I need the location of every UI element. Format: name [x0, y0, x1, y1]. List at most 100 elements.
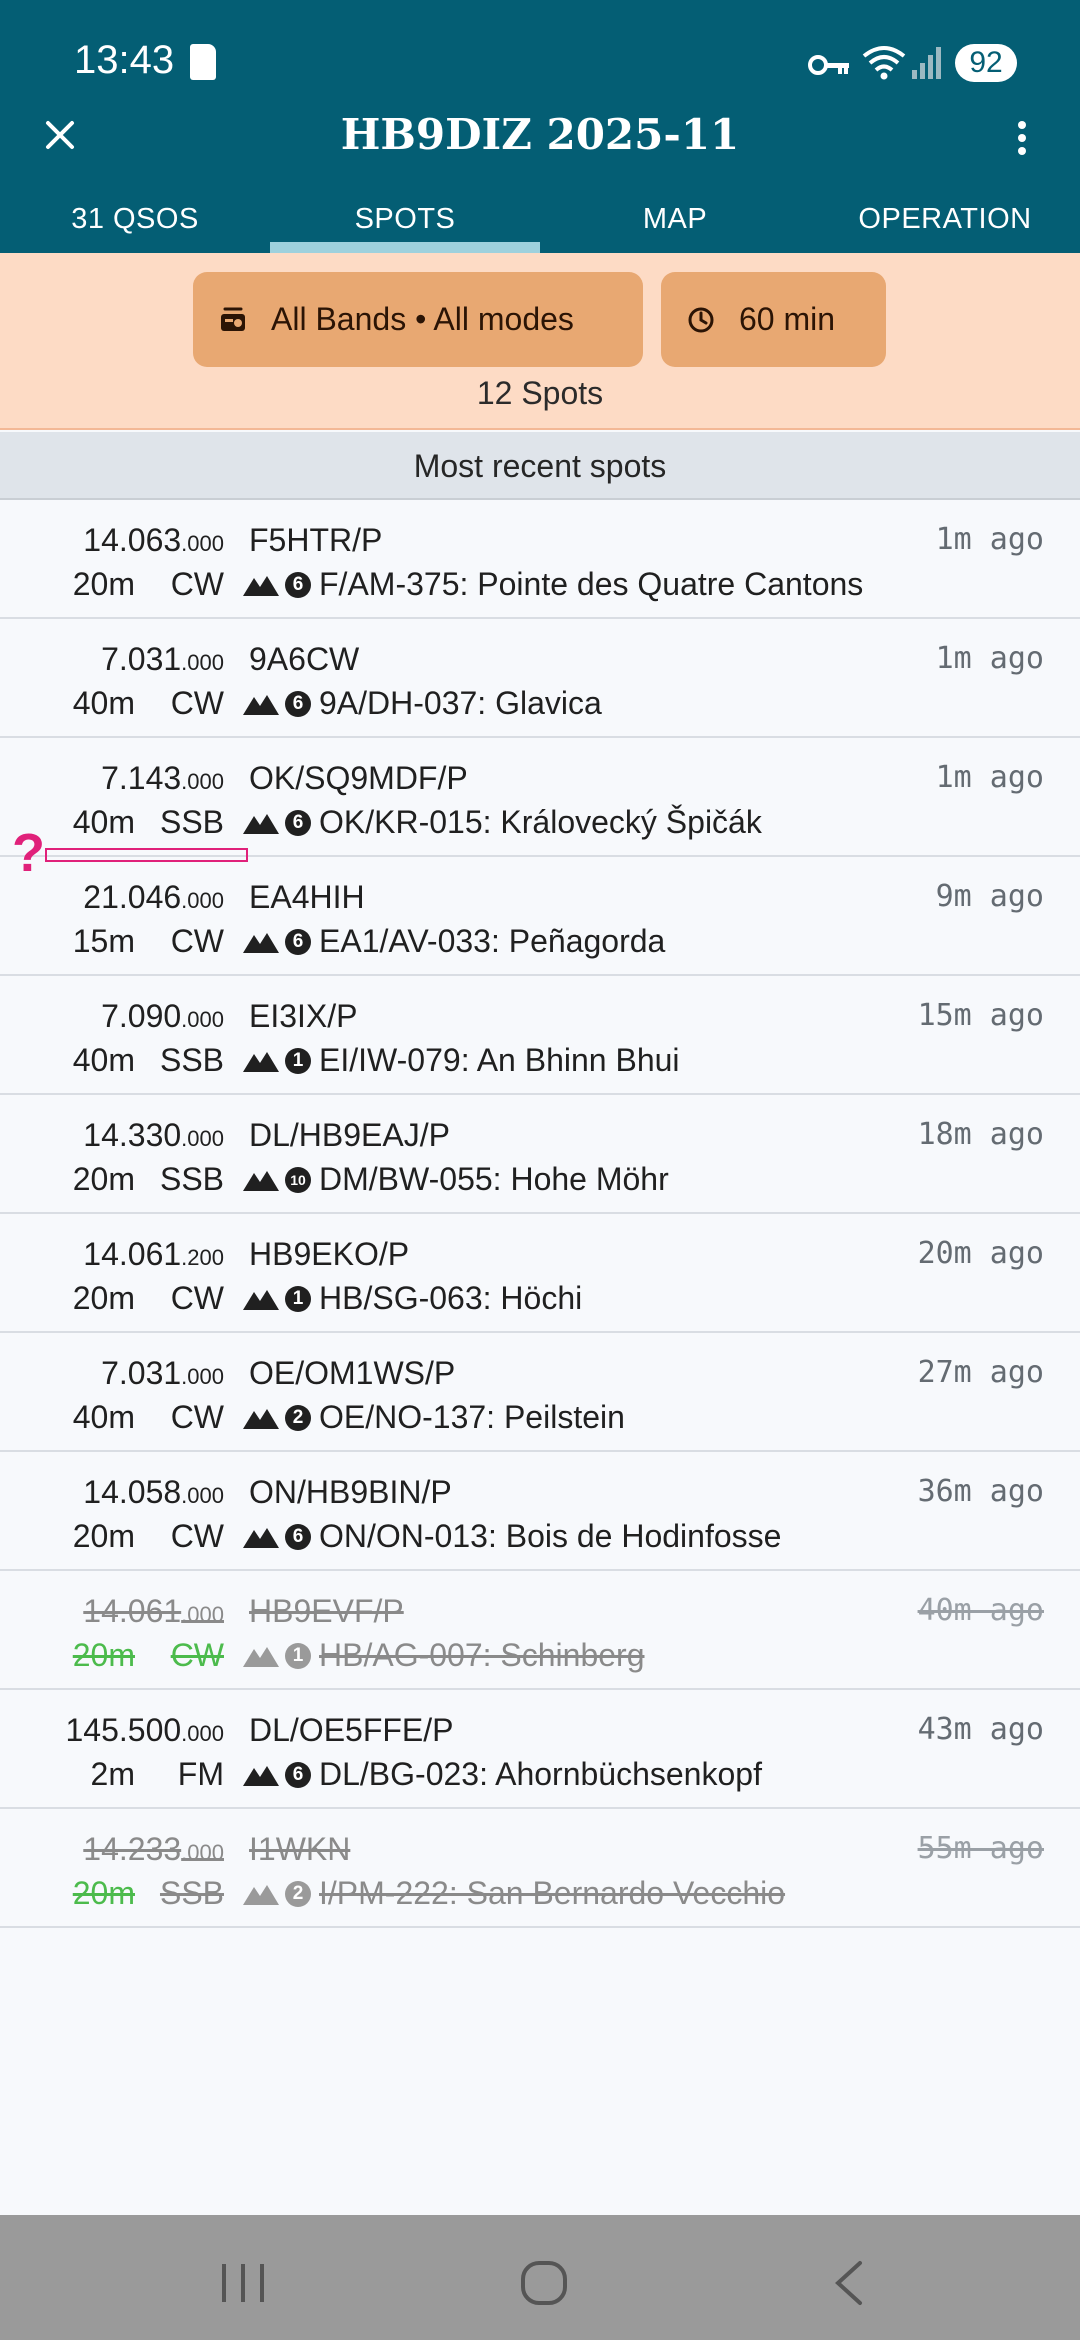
tab-qsos[interactable]: 31 QSOS: [0, 190, 270, 253]
spot-row[interactable]: 14.061.200 20m CW HB9EKO/P 1 HB/SG-063: Höchi…: [0, 1214, 1080, 1333]
spot-band: 20m: [72, 1161, 135, 1197]
spots-list: 14.063.000 20m CW F5HTR/P 6 F/AM-375: Pointe …: [0, 500, 1080, 1928]
mountain-icon: [243, 694, 279, 715]
spot-frequency: 7.090.000: [101, 998, 224, 1035]
status-time: 13:43: [74, 38, 175, 82]
clock-icon: [687, 306, 715, 334]
spot-age: 1m ago: [935, 760, 1044, 795]
spot-callsign: EA4HIH: [249, 879, 365, 915]
filter-bar: All Bands • All modes 60 min 12 Spots: [0, 253, 1080, 430]
spot-mode: CW: [170, 1280, 224, 1316]
spot-callsign: DL/HB9EAJ/P: [249, 1117, 450, 1153]
recent-apps-icon[interactable]: [218, 2262, 268, 2304]
frequency-khz: .000: [181, 1721, 224, 1746]
spot-callsign: HB9EKO/P: [249, 1236, 410, 1272]
spot-row[interactable]: 7.143.000 40m SSB OK/SQ9MDF/P 6 OK/KR-015: Kr…: [0, 738, 1080, 857]
spot-frequency: 145.500.000: [66, 1712, 225, 1749]
mountain-icon: [243, 813, 279, 834]
spot-row[interactable]: 7.031.000 40m CW OE/OM1WS/P 2 OE/NO-137: Peil…: [0, 1333, 1080, 1452]
spot-age: 55m ago: [917, 1831, 1044, 1866]
frequency-khz: .000: [181, 1007, 224, 1032]
spot-age: 1m ago: [935, 641, 1044, 676]
app-bar: 13:43 92 HB9DIZ 2025-11 31 QSOS SPOTS MA…: [0, 0, 1080, 253]
spot-mode: SSB: [159, 804, 224, 840]
summit-name: OK/KR-015: Královecký Špičák: [319, 804, 762, 840]
tab-spots[interactable]: SPOTS: [270, 190, 540, 253]
frequency-mhz: 7.031: [101, 1355, 182, 1391]
summit-points-badge: 6: [285, 571, 311, 598]
radio-icon: [219, 307, 247, 333]
spot-mode: CW: [170, 685, 224, 721]
spot-mode: FM: [177, 1756, 224, 1792]
mountain-icon: [243, 575, 279, 596]
spot-row[interactable]: 7.031.000 40m CW 9A6CW 6 9A/DH-037: Glavica 1m…: [0, 619, 1080, 738]
signal-icon: [912, 47, 941, 79]
spot-age: 15m ago: [917, 998, 1044, 1033]
spot-row[interactable]: 14.330.000 20m SSB DL/HB9EAJ/P 10 DM/BW-055: …: [0, 1095, 1080, 1214]
time-window-filter-button[interactable]: 60 min: [661, 272, 886, 367]
mountain-icon: [243, 1408, 279, 1429]
spot-summit-reference: 2 I/PM-222: San Bernardo Vecchio: [243, 1875, 785, 1912]
spot-row[interactable]: 21.046.000 15m CW EA4HIH 6 EA1/AV-033: Peñago…: [0, 857, 1080, 976]
tab-map[interactable]: MAP: [540, 190, 810, 253]
spot-summit-reference: 1 EI/IW-079: An Bhinn Bhui: [243, 1042, 680, 1079]
spot-summit-reference: 6 9A/DH-037: Glavica: [243, 685, 602, 722]
vpn-key-icon: [808, 55, 849, 75]
spot-mode: CW: [170, 1399, 224, 1435]
spot-mode: CW: [170, 566, 224, 602]
summit-points-badge: 6: [285, 1761, 311, 1788]
frequency-mhz: 21.046: [83, 879, 182, 915]
summit-name: DM/BW-055: Hohe Möhr: [319, 1161, 669, 1197]
summit-name: ON/ON-013: Bois de Hodinfosse: [319, 1518, 782, 1554]
summit-points-badge: 1: [285, 1285, 311, 1312]
spot-row[interactable]: 14.063.000 20m CW F5HTR/P 6 F/AM-375: Pointe …: [0, 500, 1080, 619]
spot-age: 36m ago: [917, 1474, 1044, 1509]
spot-frequency: 7.143.000: [101, 760, 224, 797]
tab-operation[interactable]: OPERATION: [810, 190, 1080, 253]
frequency-mhz: 14.233: [83, 1831, 182, 1867]
status-bar: 13:43 92: [0, 0, 1080, 120]
summit-points-badge: 2: [285, 1880, 311, 1907]
bands-modes-filter-button[interactable]: All Bands • All modes: [193, 272, 643, 367]
spot-callsign: F5HTR/P: [249, 522, 383, 558]
spot-callsign: OK/SQ9MDF/P: [249, 760, 468, 796]
spot-summit-reference: 10 DM/BW-055: Hohe Möhr: [243, 1161, 669, 1198]
mountain-icon: [243, 1646, 279, 1667]
spot-row[interactable]: 14.061.000 20m CW HB9EVF/P 1 HB/AG-007: Schin…: [0, 1571, 1080, 1690]
frequency-mhz: 14.058: [83, 1474, 182, 1510]
spot-frequency: 7.031.000: [101, 1355, 224, 1392]
spot-callsign: 9A6CW: [249, 641, 360, 677]
spot-band: 40m: [72, 685, 135, 721]
back-icon[interactable]: [830, 2260, 866, 2306]
spot-mode: CW: [170, 1637, 224, 1673]
frequency-khz: .000: [181, 1364, 224, 1389]
summit-name: EI/IW-079: An Bhinn Bhui: [319, 1042, 680, 1078]
spot-summit-reference: 1 HB/AG-007: Schinberg: [243, 1637, 645, 1674]
frequency-mhz: 14.061: [83, 1236, 182, 1272]
frequency-mhz: 145.500: [65, 1712, 182, 1748]
spot-row[interactable]: 145.500.000 2m FM DL/OE5FFE/P 6 DL/BG-023: Ah…: [0, 1690, 1080, 1809]
frequency-mhz: 14.061: [83, 1593, 182, 1629]
summit-points-badge: 1: [285, 1047, 311, 1074]
spot-frequency: 14.058.000: [83, 1474, 224, 1511]
spot-callsign: OE/OM1WS/P: [249, 1355, 456, 1391]
spot-row[interactable]: 14.233.000 20m SSB I1WKN 2 I/PM-222: San Bern…: [0, 1809, 1080, 1928]
spot-summit-reference: 6 DL/BG-023: Ahornbüchsenkopf: [243, 1756, 762, 1793]
spot-band: 20m: [72, 1637, 135, 1673]
spot-age: 20m ago: [917, 1236, 1044, 1271]
more-options-icon[interactable]: [1010, 118, 1034, 158]
spot-band: 40m: [72, 804, 135, 840]
frequency-mhz: 14.063: [83, 522, 182, 558]
spot-row[interactable]: 14.058.000 20m CW ON/HB9BIN/P 6 ON/ON-013: Bo…: [0, 1452, 1080, 1571]
summit-points-badge: 2: [285, 1404, 311, 1431]
frequency-khz: .000: [181, 650, 224, 675]
summit-name: EA1/AV-033: Peñagorda: [319, 923, 666, 959]
home-icon[interactable]: [520, 2260, 568, 2306]
spot-mode: SSB: [159, 1875, 224, 1911]
mountain-icon: [243, 1051, 279, 1072]
frequency-mhz: 7.143: [101, 760, 182, 796]
spot-frequency: 14.061.000: [83, 1593, 224, 1630]
spot-band: 40m: [72, 1042, 135, 1078]
tab-bar: 31 QSOS SPOTS MAP OPERATION: [0, 190, 1080, 253]
spot-row[interactable]: 7.090.000 40m SSB EI3IX/P 1 EI/IW-079: An Bhi…: [0, 976, 1080, 1095]
